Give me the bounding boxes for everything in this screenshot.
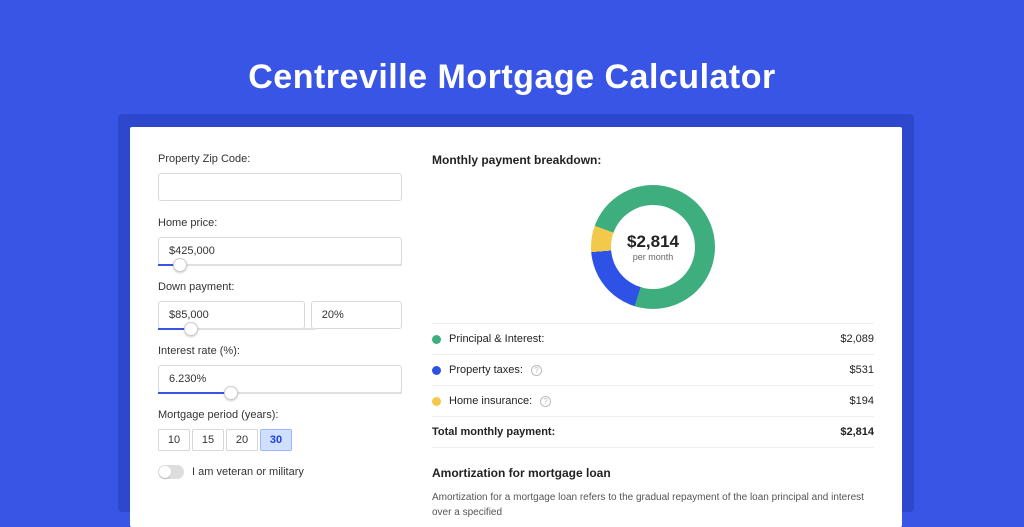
period-button-20[interactable]: 20	[226, 429, 258, 451]
amortization-title: Amortization for mortgage loan	[432, 466, 874, 480]
breakdown-value: $2,089	[840, 333, 874, 345]
amortization-text: Amortization for a mortgage loan refers …	[432, 490, 874, 520]
field-down-payment: Down payment:	[158, 281, 402, 329]
donut-amount: $2,814	[627, 232, 679, 252]
field-zip: Property Zip Code:	[158, 153, 402, 201]
home-price-slider[interactable]	[158, 264, 402, 266]
interest-rate-input[interactable]	[158, 365, 402, 393]
zip-input[interactable]	[158, 173, 402, 201]
legend-dot	[432, 397, 441, 406]
inputs-panel: Property Zip Code: Home price: Down paym…	[158, 153, 402, 527]
breakdown-row: Property taxes:? $531	[432, 355, 874, 386]
slider-thumb[interactable]	[173, 258, 187, 272]
interest-rate-label: Interest rate (%):	[158, 345, 402, 357]
breakdown-label: Principal & Interest:	[449, 333, 544, 345]
donut-caption: per month	[633, 252, 674, 262]
breakdown-row: Home insurance:? $194	[432, 386, 874, 417]
calculator-card: Property Zip Code: Home price: Down paym…	[130, 127, 902, 527]
donut-center: $2,814 per month	[611, 205, 695, 289]
period-group: 10152030	[158, 429, 402, 451]
down-payment-percent-input[interactable]	[311, 301, 402, 329]
breakdown-label: Home insurance:	[449, 395, 532, 407]
total-value: $2,814	[840, 426, 874, 438]
payment-donut-chart: $2,814 per month	[591, 185, 715, 309]
slider-thumb[interactable]	[184, 322, 198, 336]
info-icon[interactable]: ?	[540, 396, 551, 407]
veteran-row: I am veteran or military	[158, 465, 402, 479]
field-home-price: Home price:	[158, 217, 402, 265]
breakdown-rows: Principal & Interest: $2,089 Property taxe…	[432, 323, 874, 448]
down-payment-label: Down payment:	[158, 281, 402, 293]
home-price-input[interactable]	[158, 237, 402, 265]
slider-thumb[interactable]	[224, 386, 238, 400]
legend-dot	[432, 366, 441, 375]
down-payment-slider[interactable]	[158, 328, 316, 330]
info-icon[interactable]: ?	[531, 365, 542, 376]
period-label: Mortgage period (years):	[158, 409, 402, 421]
breakdown-value: $194	[850, 395, 874, 407]
down-payment-amount-input[interactable]	[158, 301, 305, 329]
total-label: Total monthly payment:	[432, 426, 555, 438]
breakdown-row: Principal & Interest: $2,089	[432, 324, 874, 355]
page-title: Centreville Mortgage Calculator	[0, 0, 1024, 97]
breakdown-title: Monthly payment breakdown:	[432, 153, 874, 167]
interest-rate-slider[interactable]	[158, 392, 402, 394]
veteran-label: I am veteran or military	[192, 466, 304, 478]
period-button-10[interactable]: 10	[158, 429, 190, 451]
period-button-15[interactable]: 15	[192, 429, 224, 451]
zip-label: Property Zip Code:	[158, 153, 402, 165]
home-price-label: Home price:	[158, 217, 402, 229]
breakdown-value: $531	[850, 364, 874, 376]
breakdown-total-row: Total monthly payment: $2,814	[432, 417, 874, 448]
results-panel: Monthly payment breakdown: $2,814 per mo…	[432, 153, 874, 527]
field-period: Mortgage period (years): 10152030	[158, 409, 402, 451]
period-button-30[interactable]: 30	[260, 429, 292, 451]
field-interest-rate: Interest rate (%):	[158, 345, 402, 393]
veteran-toggle[interactable]	[158, 465, 184, 479]
legend-dot	[432, 335, 441, 344]
breakdown-label: Property taxes:	[449, 364, 523, 376]
